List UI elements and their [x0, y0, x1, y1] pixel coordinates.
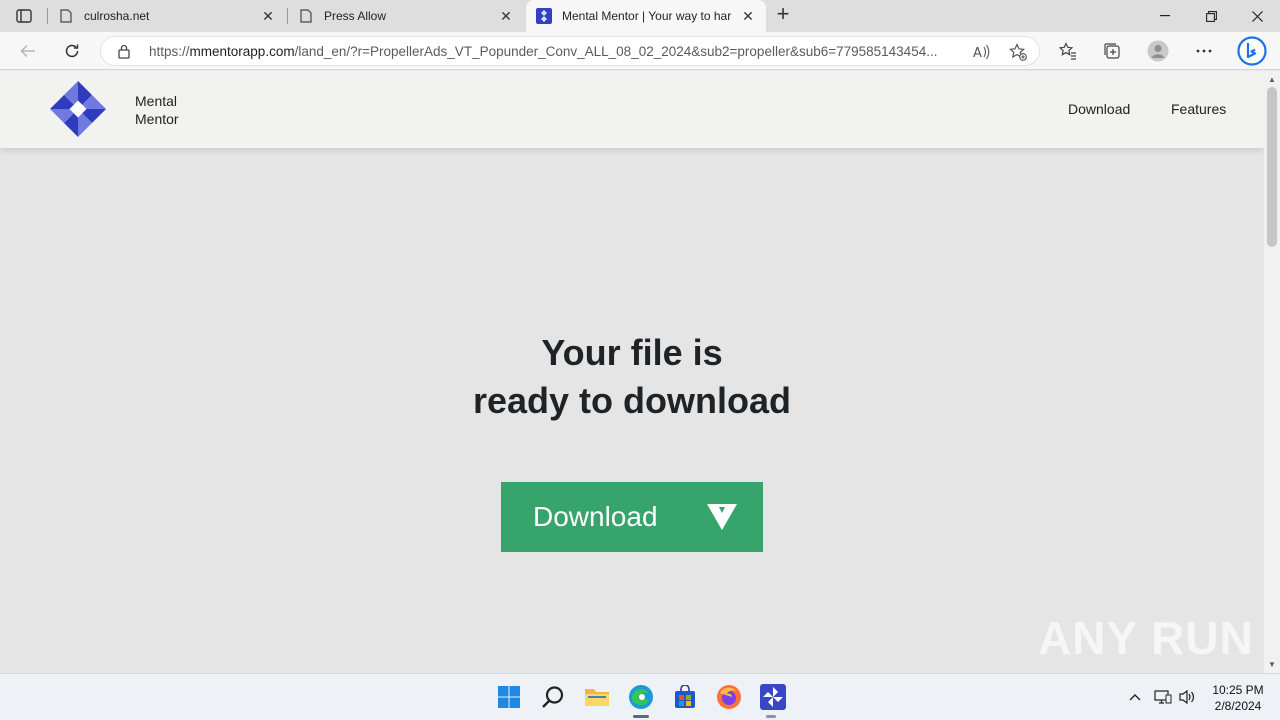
nav-download-link[interactable]: Download — [1068, 101, 1130, 117]
anyrun-watermark: ANY RUN — [1038, 612, 1254, 664]
minimize-icon[interactable] — [1142, 0, 1188, 32]
url-text[interactable]: https://mmentorapp.com/land_en/?r=Propel… — [149, 44, 959, 59]
download-button[interactable]: Download — [501, 482, 763, 552]
page-icon — [298, 8, 314, 24]
url-scheme: https:// — [149, 44, 190, 59]
network-icon[interactable] — [1152, 686, 1174, 708]
mental-mentor-favicon — [536, 8, 552, 24]
scroll-down-icon[interactable]: ▼ — [1268, 660, 1276, 669]
browser-toolbar: https://mmentorapp.com/land_en/?r=Propel… — [0, 32, 1280, 70]
search-icon[interactable] — [538, 682, 568, 712]
active-app-indicator — [633, 715, 649, 718]
close-icon[interactable]: ✕ — [740, 8, 756, 24]
download-button-label: Download — [533, 501, 658, 532]
lock-icon[interactable] — [117, 43, 133, 59]
tab-culrosha[interactable]: culrosha.net ✕ — [48, 0, 286, 32]
url-path: /land_en/?r=PropellerAds_VT_Popunder_Con… — [294, 44, 938, 59]
tab-title: culrosha.net — [84, 9, 150, 23]
mental-mentor-logo[interactable] — [48, 79, 108, 139]
taskbar-clock[interactable]: 10:25 PM 2/8/2024 — [1208, 682, 1268, 714]
refresh-icon[interactable] — [58, 37, 86, 65]
download-arrow-icon — [707, 504, 737, 530]
url-host: mmentorapp.com — [189, 44, 295, 59]
nav-features-link[interactable]: Features — [1171, 101, 1226, 117]
site-header: Mental Mentor Download Features — [0, 71, 1264, 148]
brand-line-2: Mentor — [135, 111, 179, 127]
window-close-icon[interactable] — [1234, 0, 1280, 32]
show-hidden-icons-icon[interactable] — [1124, 686, 1146, 708]
hero-line-1: Your file is — [541, 332, 723, 373]
brand-name[interactable]: Mental Mentor — [135, 92, 179, 128]
close-icon[interactable]: ✕ — [498, 8, 514, 24]
running-app-indicator — [766, 715, 776, 718]
clock-date: 2/8/2024 — [1214, 699, 1262, 713]
tab-strip: culrosha.net ✕ Press Allow ✕ Mental Ment… — [0, 0, 1280, 32]
page-content: Mental Mentor Download Features Your fil… — [0, 71, 1264, 673]
file-explorer-icon[interactable] — [582, 682, 612, 712]
address-bar[interactable]: https://mmentorapp.com/land_en/?r=Propel… — [100, 36, 1040, 66]
page-icon — [58, 8, 74, 24]
back-arrow-icon[interactable] — [14, 37, 42, 65]
volume-icon[interactable] — [1176, 686, 1198, 708]
taskbar: 10:25 PM 2/8/2024 — [0, 673, 1280, 720]
svg-text:A: A — [973, 46, 982, 60]
bing-copilot-icon[interactable] — [1236, 35, 1268, 67]
tab-actions-icon[interactable] — [12, 6, 36, 26]
collections-icon[interactable] — [1098, 38, 1126, 64]
tab-mental-mentor[interactable]: Mental Mentor | Your way to har ✕ — [526, 0, 766, 32]
restore-icon[interactable] — [1188, 0, 1234, 32]
favorites-icon[interactable] — [1054, 38, 1082, 64]
page-scrollbar[interactable]: ▲ ▼ — [1264, 71, 1280, 673]
clock-time: 10:25 PM — [1212, 683, 1264, 697]
hero-line-2: ready to download — [472, 380, 792, 421]
add-favorite-icon[interactable] — [1007, 41, 1029, 63]
store-icon[interactable] — [670, 682, 700, 712]
scroll-thumb[interactable] — [1267, 87, 1277, 247]
start-icon[interactable] — [494, 682, 524, 712]
close-icon[interactable]: ✕ — [260, 8, 276, 24]
new-tab-button[interactable]: + — [772, 3, 794, 26]
tab-title: Press Allow — [324, 9, 387, 23]
scroll-up-icon[interactable]: ▲ — [1268, 75, 1276, 84]
tab-press-allow[interactable]: Press Allow ✕ — [288, 0, 524, 32]
read-aloud-icon[interactable]: A — [971, 41, 993, 63]
firefox-icon[interactable] — [714, 682, 744, 712]
mental-mentor-icon[interactable] — [758, 682, 788, 712]
tab-title: Mental Mentor | Your way to har — [562, 9, 732, 23]
hero-title: Your file is ready to download — [0, 329, 1264, 425]
more-options-icon[interactable] — [1190, 38, 1218, 64]
edge-icon[interactable] — [626, 682, 656, 712]
profile-avatar-icon[interactable] — [1144, 38, 1172, 64]
brand-line-1: Mental — [135, 93, 178, 109]
